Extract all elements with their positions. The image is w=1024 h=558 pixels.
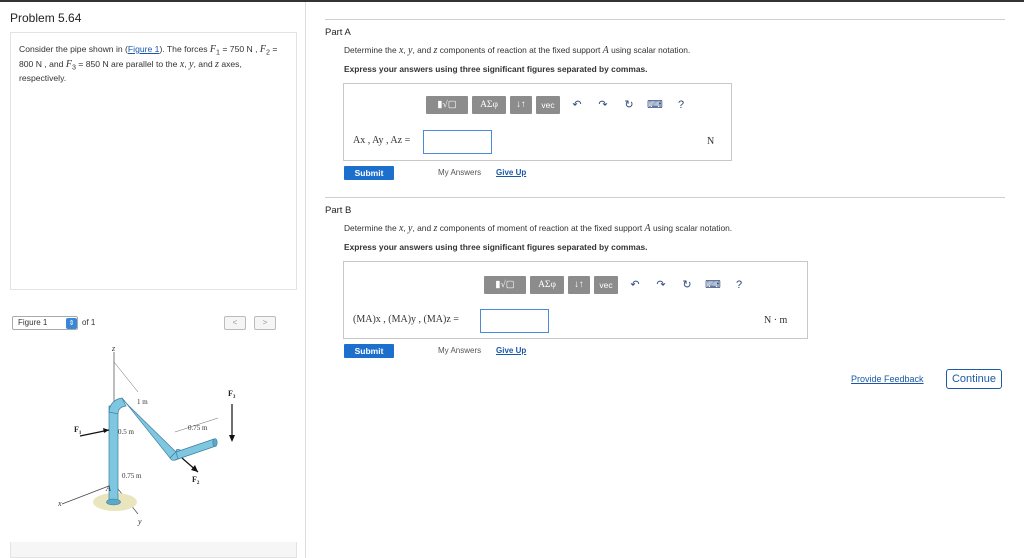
pipe-base xyxy=(106,498,121,506)
dim-1m-label: 1 m xyxy=(137,398,148,406)
pipe-diagram: z x y A 1 m 0.5 m 0.75 m 0.75 m F1 F3 F2 xyxy=(57,344,236,526)
part-a-unit: N xyxy=(707,136,715,147)
prev-figure-button[interactable]: < xyxy=(224,316,246,330)
statement-text: ). The forces xyxy=(159,44,210,54)
part-a-label: Part A xyxy=(325,27,351,38)
problem-panel: Problem 5.64 Consider the pipe shown in … xyxy=(0,2,306,558)
statement-text: = 750 N , xyxy=(220,44,260,54)
f3-arrowhead xyxy=(229,435,235,442)
part-a-answer-box: ▮√▢ ΑΣφ ↓↑ vec ↶ ↷ ↻ ⌨ ? Ax , Ay , Az = … xyxy=(343,83,732,161)
part-a-separator xyxy=(325,19,1005,20)
part-b-label: Part B xyxy=(325,205,352,216)
statement-text: Consider the pipe shown in ( xyxy=(19,44,128,54)
z-label: z xyxy=(111,344,116,353)
problem-title: Problem 5.64 xyxy=(10,11,82,25)
f3-label: F3 xyxy=(228,389,236,400)
arrows-button[interactable]: ↓↑ xyxy=(510,96,532,114)
part-a-format-note: Express your answers using three signifi… xyxy=(344,64,648,74)
help-icon[interactable]: ? xyxy=(668,96,694,114)
keyboard-icon[interactable]: ⌨ xyxy=(642,96,668,114)
greek-button[interactable]: ΑΣφ xyxy=(472,96,506,114)
part-a-toolbar: ▮√▢ ΑΣφ ↓↑ vec ↶ ↷ ↻ ⌨ ? xyxy=(426,96,694,114)
part-a-answer-label: Ax , Ay , Az = xyxy=(353,135,411,146)
y-label: y xyxy=(137,517,142,526)
instruction-text: components of reaction at the fixed supp… xyxy=(437,45,603,55)
part-b-format-note: Express your answers using three signifi… xyxy=(344,242,648,252)
f2-label: F2 xyxy=(192,475,200,486)
templates-button[interactable]: ▮√▢ xyxy=(426,96,468,114)
part-b-give-up-link[interactable]: Give Up xyxy=(496,346,526,355)
greek-button[interactable]: ΑΣφ xyxy=(530,276,564,294)
dim-075m-top-label: 0.75 m xyxy=(188,424,208,432)
next-figure-button[interactable]: > xyxy=(254,316,276,330)
f1-label: F1 xyxy=(74,425,82,436)
help-icon[interactable]: ? xyxy=(726,276,752,294)
pipe-horizontal xyxy=(175,438,217,460)
part-b-submit-button[interactable]: Submit xyxy=(344,344,394,358)
reset-icon[interactable]: ↻ xyxy=(674,276,700,294)
part-a-give-up-link[interactable]: Give Up xyxy=(496,168,526,177)
part-b-instruction: Determine the x, y, and z components of … xyxy=(344,223,732,234)
continue-button[interactable]: Continue xyxy=(946,369,1002,389)
support-a-label: A xyxy=(105,484,111,493)
part-b-separator xyxy=(325,197,1005,198)
statement-text: , and xyxy=(193,58,216,69)
instruction-text: , and xyxy=(412,223,434,233)
instruction-text: components of moment of reaction at the … xyxy=(437,223,645,233)
vec-button[interactable]: vec xyxy=(536,96,560,114)
part-a-submit-button[interactable]: Submit xyxy=(344,166,394,180)
part-a-answer-input[interactable] xyxy=(423,130,492,154)
instruction-text: using scalar notation. xyxy=(608,45,691,55)
figure-footer xyxy=(10,542,297,558)
pipe-figure: z x y A 1 m 0.5 m 0.75 m 0.75 m F1 F3 F2 xyxy=(10,334,297,542)
part-b-toolbar: ▮√▢ ΑΣφ ↓↑ vec ↶ ↷ ↻ ⌨ ? xyxy=(484,276,752,294)
instruction-text: Determine the xyxy=(344,223,399,233)
dim-line xyxy=(113,361,139,393)
figure-link[interactable]: Figure 1 xyxy=(128,44,160,54)
figure-count: of 1 xyxy=(82,318,96,327)
instruction-text: , and xyxy=(412,45,434,55)
figure-select-value: Figure 1 xyxy=(18,318,48,327)
dim-075m-bottom-label: 0.75 m xyxy=(122,472,142,480)
undo-icon[interactable]: ↶ xyxy=(564,96,590,114)
x-label: x xyxy=(57,499,62,508)
part-a-instruction: Determine the x, y, and z components of … xyxy=(344,45,690,56)
instruction-text: using scalar notation. xyxy=(650,223,733,233)
undo-icon[interactable]: ↶ xyxy=(622,276,648,294)
keyboard-icon[interactable]: ⌨ xyxy=(700,276,726,294)
templates-button[interactable]: ▮√▢ xyxy=(484,276,526,294)
instruction-text: Determine the xyxy=(344,45,399,55)
redo-icon[interactable]: ↷ xyxy=(590,96,616,114)
part-b-answer-box: ▮√▢ ΑΣφ ↓↑ vec ↶ ↷ ↻ ⌨ ? (MA)x , (MA)y ,… xyxy=(343,261,808,339)
problem-statement: Consider the pipe shown in (Figure 1). T… xyxy=(10,32,297,290)
figure-select[interactable]: Figure 1 ⇕ xyxy=(12,316,78,330)
provide-feedback-link[interactable]: Provide Feedback xyxy=(851,374,924,384)
dim-05m-label: 0.5 m xyxy=(118,428,135,436)
figure-navigation: Figure 1 ⇕ of 1 < > xyxy=(10,314,297,332)
statement-text: = 850 N are parallel to the xyxy=(75,58,180,69)
part-b-answer-input[interactable] xyxy=(480,309,549,333)
part-b-my-answers-link[interactable]: My Answers xyxy=(438,346,481,355)
reset-icon[interactable]: ↻ xyxy=(616,96,642,114)
select-arrows-icon: ⇕ xyxy=(66,318,77,329)
vec-button[interactable]: vec xyxy=(594,276,618,294)
arrows-button[interactable]: ↓↑ xyxy=(568,276,590,294)
redo-icon[interactable]: ↷ xyxy=(648,276,674,294)
part-b-unit: N · m xyxy=(764,315,788,326)
f1-arrowhead xyxy=(103,428,109,433)
part-a-my-answers-link[interactable]: My Answers xyxy=(438,168,481,177)
part-b-answer-label: (MA)x , (MA)y , (MA)z = xyxy=(353,314,459,325)
pipe-end xyxy=(212,438,218,447)
pipe-elbow-top xyxy=(108,397,127,415)
